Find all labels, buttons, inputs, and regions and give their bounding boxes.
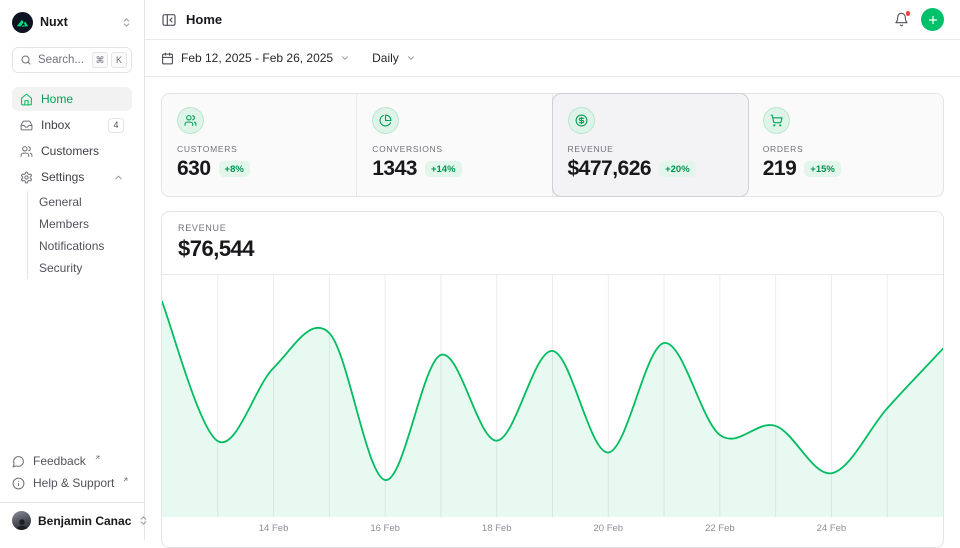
sidebar-item-customers[interactable]: Customers xyxy=(12,139,132,163)
chart-metric-label: REVENUE xyxy=(178,223,927,233)
date-range-label: Feb 12, 2025 - Feb 26, 2025 xyxy=(181,51,333,65)
top-header: Home xyxy=(145,0,960,40)
gear-icon xyxy=(20,171,33,184)
main-area: Home Feb 12, 2025 - Feb 26, 2025 xyxy=(145,0,960,540)
search-icon xyxy=(20,54,32,66)
stat-label: REVENUE xyxy=(568,144,732,154)
x-tick-label: 18 Feb xyxy=(482,523,512,534)
period-label: Daily xyxy=(372,51,399,65)
stat-label: ORDERS xyxy=(763,144,928,154)
area-chart-svg xyxy=(162,275,943,517)
inbox-icon xyxy=(20,119,33,132)
sidebar-item-notifications[interactable]: Notifications xyxy=(28,235,132,257)
stat-delta-badge: +8% xyxy=(219,161,250,177)
shopping-cart-icon xyxy=(763,107,790,134)
add-button[interactable] xyxy=(921,8,944,31)
revenue-chart-plot[interactable] xyxy=(162,275,943,517)
external-link-icon xyxy=(94,454,101,461)
chevron-down-icon xyxy=(406,53,416,63)
avatar xyxy=(12,511,31,530)
x-tick-label: 14 Feb xyxy=(259,523,289,534)
workspace-name: Nuxt xyxy=(40,15,68,29)
period-select[interactable]: Daily xyxy=(372,51,416,65)
sidebar-collapse-button[interactable] xyxy=(161,12,177,28)
sidebar-item-home[interactable]: Home xyxy=(12,87,132,111)
users-icon xyxy=(20,145,33,158)
stat-label: CUSTOMERS xyxy=(177,144,341,154)
sidebar-item-members[interactable]: Members xyxy=(28,213,132,235)
stat-card-conversions[interactable]: CONVERSIONS 1343 +14% xyxy=(357,94,552,196)
stat-delta-badge: +14% xyxy=(425,161,462,177)
search-placeholder: Search... xyxy=(38,54,86,66)
chart-pie-icon xyxy=(372,107,399,134)
kbd-cmd: ⌘ xyxy=(92,52,108,68)
chevrons-up-down-icon xyxy=(121,17,132,28)
stat-delta-badge: +15% xyxy=(804,161,841,177)
sidebar-item-general[interactable]: General xyxy=(28,191,132,213)
user-menu[interactable]: Benjamin Canac xyxy=(0,502,144,534)
plus-icon xyxy=(927,14,939,26)
workspace-switcher[interactable]: Nuxt xyxy=(12,10,132,34)
header-actions xyxy=(894,8,944,31)
sidebar-item-settings[interactable]: Settings xyxy=(12,165,132,189)
stats-row: CUSTOMERS 630 +8% CONVERSIONS 1343 +14% xyxy=(161,93,944,197)
filter-toolbar: Feb 12, 2025 - Feb 26, 2025 Daily xyxy=(145,40,960,77)
sidebar-item-inbox[interactable]: Inbox 4 xyxy=(12,113,132,137)
stat-card-orders[interactable]: ORDERS 219 +15% xyxy=(748,94,943,196)
external-link-icon xyxy=(122,476,129,483)
info-circle-icon xyxy=(12,477,25,490)
sidebar-item-label: Settings xyxy=(41,170,84,184)
notification-dot xyxy=(905,10,912,17)
stat-card-revenue[interactable]: REVENUE $477,626 +20% xyxy=(553,94,748,196)
sidebar-item-label: Inbox xyxy=(41,118,70,132)
x-tick-label: 24 Feb xyxy=(817,523,847,534)
revenue-chart-card: REVENUE $76,544 14 Feb 16 Feb 18 Feb 20 Feb… xyxy=(161,211,944,548)
sidebar: Nuxt Search... ⌘K Home xyxy=(0,0,145,540)
stat-value: 219 xyxy=(763,157,797,181)
stat-value: $477,626 xyxy=(568,157,652,181)
chart-header: REVENUE $76,544 xyxy=(162,212,943,275)
sidebar-spacer xyxy=(12,279,132,450)
sidebar-item-label: Customers xyxy=(41,144,99,158)
chat-bubble-icon xyxy=(12,455,25,468)
users-icon xyxy=(177,107,204,134)
feedback-link[interactable]: Feedback xyxy=(12,450,132,472)
notifications-button[interactable] xyxy=(894,12,909,27)
help-support-link[interactable]: Help & Support xyxy=(12,472,132,494)
nuxt-logo-icon xyxy=(12,12,33,33)
stat-delta-badge: +20% xyxy=(659,161,696,177)
search-input[interactable]: Search... ⌘K xyxy=(12,47,132,73)
help-support-label: Help & Support xyxy=(33,476,114,490)
kbd-k: K xyxy=(111,52,127,68)
sidebar-nav: Home Inbox 4 Customers Settings xyxy=(12,87,132,279)
page-title: Home xyxy=(186,12,222,27)
x-tick-label: 22 Feb xyxy=(705,523,735,534)
chart-metric-value: $76,544 xyxy=(178,236,927,262)
user-name: Benjamin Canac xyxy=(38,514,131,528)
inbox-count-badge: 4 xyxy=(108,118,124,133)
feedback-label: Feedback xyxy=(33,454,86,468)
page-content: CUSTOMERS 630 +8% CONVERSIONS 1343 +14% xyxy=(145,77,960,540)
chart-x-axis: 14 Feb 16 Feb 18 Feb 20 Feb 22 Feb 24 Feb xyxy=(162,517,943,547)
sidebar-item-security[interactable]: Security xyxy=(28,257,132,279)
stat-value: 630 xyxy=(177,157,211,181)
x-tick-label: 16 Feb xyxy=(370,523,400,534)
date-range-picker[interactable]: Feb 12, 2025 - Feb 26, 2025 xyxy=(161,51,350,65)
chevron-up-icon xyxy=(113,172,124,183)
stat-label: CONVERSIONS xyxy=(372,144,536,154)
chevron-down-icon xyxy=(340,53,350,63)
sidebar-item-label: Home xyxy=(41,92,73,106)
settings-subnav: General Members Notifications Security xyxy=(27,191,132,279)
search-shortcut: ⌘K xyxy=(92,52,127,68)
calendar-icon xyxy=(161,52,174,65)
home-icon xyxy=(20,93,33,106)
stat-value: 1343 xyxy=(372,157,417,181)
currency-dollar-icon xyxy=(568,107,595,134)
stat-card-customers[interactable]: CUSTOMERS 630 +8% xyxy=(162,94,357,196)
app-root: Nuxt Search... ⌘K Home xyxy=(0,0,960,540)
x-tick-label: 20 Feb xyxy=(593,523,623,534)
